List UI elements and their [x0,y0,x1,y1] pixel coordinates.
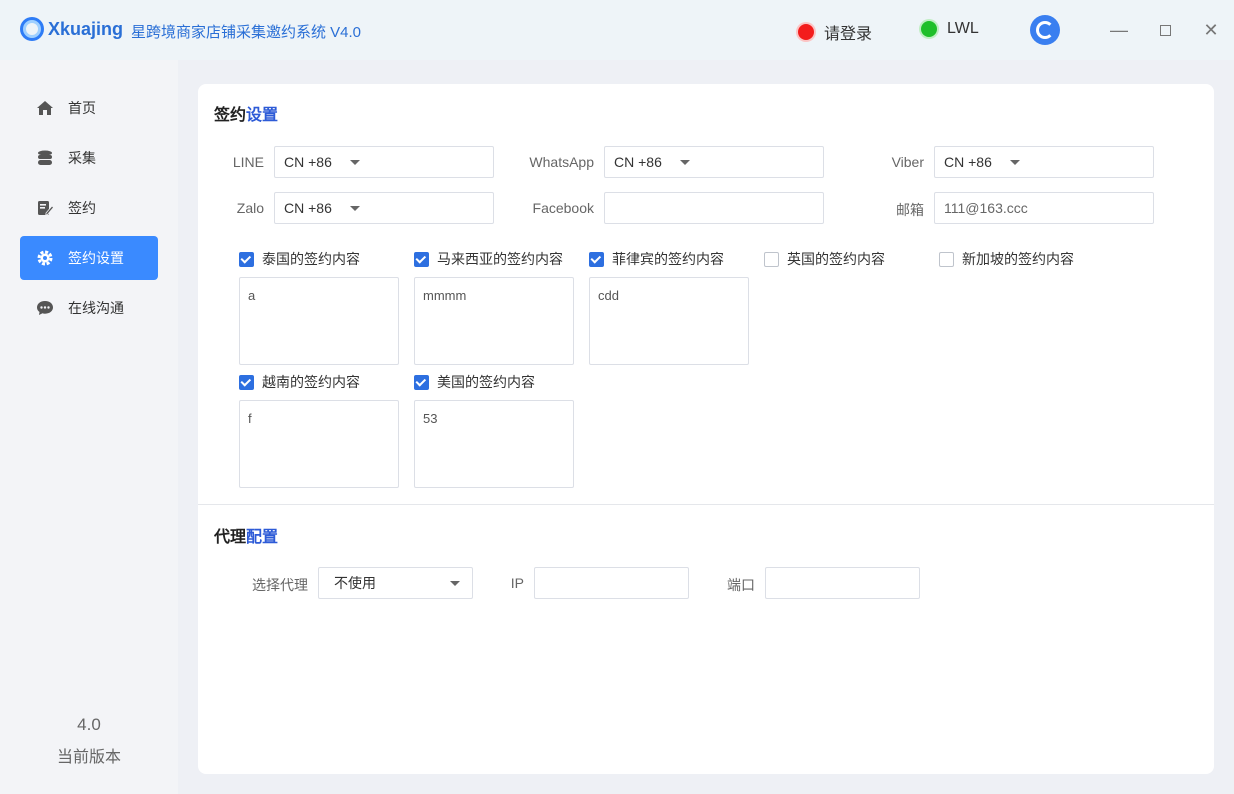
gear-icon [36,249,54,267]
sidebar-item-chat[interactable]: 在线沟通 [20,286,158,330]
chevron-down-icon [1010,160,1020,165]
home-icon [36,99,54,117]
email-input[interactable]: 111@163.ccc [934,192,1154,224]
whatsapp-country-select[interactable]: CN +86 [604,146,824,178]
sign-settings-title: 签约设置 [214,107,279,124]
version-label: 当前版本 [56,749,121,766]
edit-document-icon [36,199,54,217]
checkbox-checked-icon [589,251,604,267]
checkbox-uk[interactable]: 英国的签约内容 [764,249,885,269]
user-status[interactable]: LWL [921,20,979,38]
checkbox-checked-icon [239,251,254,267]
title-bar: Xkuajing 星跨境商家店铺采集邀约系统 V4.0 请登录 LWL — ✕ [0,0,1234,60]
login-status-label: 请登录 [824,26,873,43]
login-status[interactable]: 请登录 [798,20,872,44]
viber-label: Viber [891,154,924,170]
checkbox-singapore[interactable]: 新加坡的签约内容 [939,249,1074,269]
app-title: 星跨境商家店铺采集邀约系统 V4.0 [131,24,362,41]
ip-input[interactable] [534,567,689,599]
vietnam-content-textarea[interactable]: f [239,400,399,488]
sidebar-item-label: 签约 [68,200,96,216]
checkbox-vietnam[interactable]: 越南的签约内容 [239,372,360,392]
line-label: LINE [232,154,264,170]
database-icon [36,149,54,167]
usa-content-textarea[interactable]: 53 [414,400,574,488]
checkbox-usa[interactable]: 美国的签约内容 [414,372,535,392]
facebook-input[interactable] [604,192,824,224]
version-number: 4.0 [77,715,101,734]
philippines-content-textarea[interactable]: cdd [589,277,749,365]
minimize-icon[interactable]: — [1107,18,1131,42]
sidebar-item-label: 首页 [68,100,96,116]
checkbox-philippines[interactable]: 菲律宾的签约内容 [589,249,724,269]
checkbox-checked-icon [414,374,429,390]
brand-name: Xkuajing [48,19,124,39]
chevron-down-icon [350,206,360,211]
checkbox-checked-icon [239,374,254,390]
malaysia-content-textarea[interactable]: mmmm [414,277,574,365]
maximize-icon[interactable] [1153,18,1177,42]
sidebar-item-label: 在线沟通 [68,300,124,316]
chevron-down-icon [450,581,460,586]
refresh-icon[interactable] [1030,15,1060,45]
checkbox-checked-icon [414,251,429,267]
user-status-label: LWL [947,20,979,37]
sidebar-item-label: 签约设置 [68,250,124,266]
email-label: 邮箱 [896,202,924,218]
port-label: 端口 [727,577,755,593]
chat-icon [36,299,54,317]
thailand-content-textarea[interactable]: a [239,277,399,365]
sidebar: 首页 采集 签约 签约设置 在线沟通 4.0 当前版本 [0,60,178,794]
proxy-select-label: 选择代理 [252,577,308,593]
green-status-dot-icon [921,21,937,37]
sidebar-item-collect[interactable]: 采集 [20,136,158,180]
proxy-select[interactable]: 不使用 [318,567,473,599]
port-input[interactable] [765,567,920,599]
close-icon[interactable]: ✕ [1199,18,1223,42]
settings-card: 签约设置 LINE CN +86 WhatsApp CN +86 Viber C… [198,84,1214,774]
facebook-label: Facebook [532,200,594,216]
app-logo-icon [20,17,44,41]
zalo-label: Zalo [236,200,264,216]
chevron-down-icon [680,160,690,165]
sidebar-item-home[interactable]: 首页 [20,86,158,130]
checkbox-unchecked-icon [939,251,954,267]
sidebar-item-sign-settings[interactable]: 签约设置 [20,236,158,280]
line-country-select[interactable]: CN +86 [274,146,494,178]
red-status-dot-icon [798,24,814,40]
section-divider [198,504,1214,505]
whatsapp-label: WhatsApp [529,154,594,170]
checkbox-malaysia[interactable]: 马来西亚的签约内容 [414,249,563,269]
checkbox-unchecked-icon [764,251,779,267]
chevron-down-icon [350,160,360,165]
proxy-settings-title: 代理配置 [214,529,279,546]
checkbox-thailand[interactable]: 泰国的签约内容 [239,249,360,269]
sidebar-item-sign[interactable]: 签约 [20,186,158,230]
sidebar-item-label: 采集 [68,150,96,166]
ip-label: IP [510,575,524,591]
viber-country-select[interactable]: CN +86 [934,146,1154,178]
zalo-country-select[interactable]: CN +86 [274,192,494,224]
